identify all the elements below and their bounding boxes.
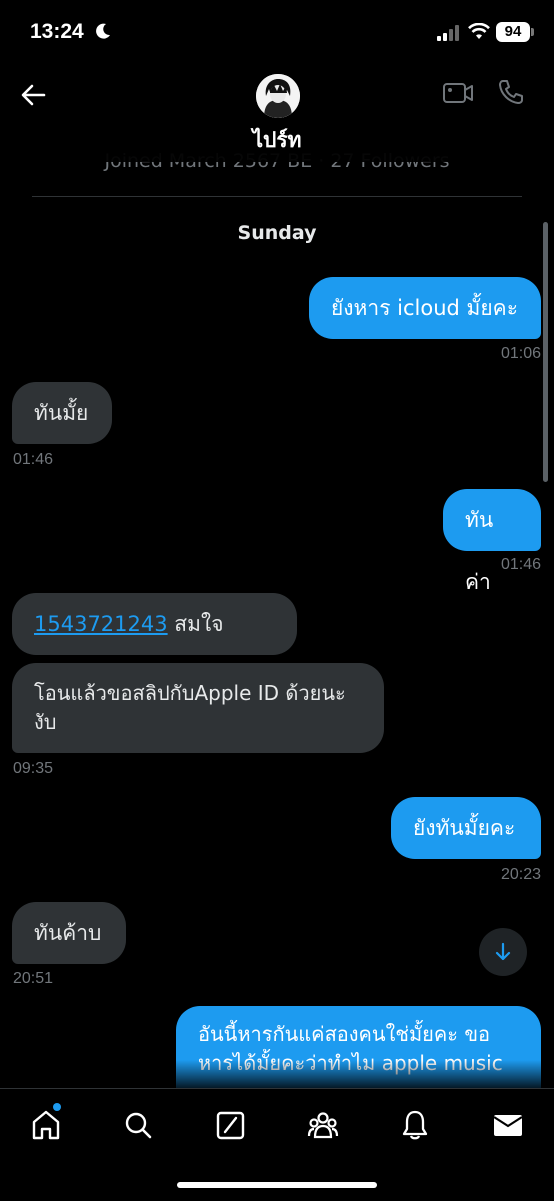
message-bubble-outgoing[interactable]: ทันค่า	[443, 489, 541, 594]
tab-home[interactable]	[26, 1103, 66, 1145]
account-number-link[interactable]: 1543721243	[34, 612, 168, 636]
arrow-left-icon[interactable]	[18, 80, 48, 110]
grok-icon	[216, 1111, 245, 1140]
message-text: ทันค้าบ	[34, 921, 102, 945]
message-bubble-incoming[interactable]: ทันค้าบ	[12, 902, 126, 964]
search-icon	[125, 1112, 152, 1139]
tab-search[interactable]	[118, 1105, 158, 1145]
battery-tip	[531, 28, 534, 36]
scrollbar[interactable]	[543, 222, 548, 482]
message-text-line: งับ	[34, 710, 57, 734]
message-bubble-incoming[interactable]: ทันมั้ย	[12, 382, 112, 444]
day-separator: Sunday	[237, 222, 317, 244]
mail-icon	[493, 1115, 523, 1136]
tab-communities[interactable]	[302, 1105, 342, 1145]
message-bubble-incoming[interactable]: 1543721243 สมใจ กสิกร	[12, 593, 297, 698]
bell-icon	[402, 1110, 428, 1140]
message-timestamp: 01:46	[500, 556, 541, 573]
message-text: ยังทันมั้ยคะ	[413, 816, 516, 840]
message-text: ยังหาร icloud มั้ยคะ	[331, 296, 519, 320]
conversation-header: ไปร์ท	[0, 66, 554, 162]
phone-icon[interactable]	[497, 78, 525, 106]
home-icon	[32, 1110, 60, 1140]
message-text-line: โอนแล้วขอสลิปกับApple ID ด้วยนะ	[34, 681, 346, 705]
communities-icon	[307, 1112, 339, 1139]
message-bubble-outgoing[interactable]: ยังทันมั้ยคะ	[391, 797, 541, 859]
video-camera-icon[interactable]	[442, 80, 474, 106]
message-bubble-outgoing[interactable]: ยังหาร icloud มั้ยคะ	[309, 277, 541, 339]
battery-indicator: 94	[496, 22, 530, 42]
message-text-line: อันนี้หารกันแค่สองคนใช่มั้ยคะ ขอ	[198, 1022, 491, 1046]
notification-dot	[53, 1103, 61, 1111]
home-indicator	[177, 1182, 377, 1188]
scroll-to-bottom-button[interactable]	[479, 928, 527, 976]
message-text: ทันค่า	[465, 508, 494, 594]
tab-grok[interactable]	[210, 1105, 250, 1145]
composer-fade	[0, 1060, 554, 1090]
message-timestamp: 01:06	[500, 345, 541, 362]
tab-notifications[interactable]	[395, 1105, 435, 1145]
message-timestamp: 20:51	[13, 970, 54, 987]
divider	[32, 196, 522, 197]
cellular-signal-icon	[437, 25, 459, 41]
status-bar: 13:24 94	[0, 0, 554, 66]
avatar[interactable]	[256, 74, 300, 118]
wifi-icon	[468, 23, 490, 39]
tab-messages[interactable]	[487, 1105, 527, 1145]
message-text: ทันมั้ย	[34, 401, 89, 425]
moon-icon	[96, 23, 110, 39]
message-timestamp: 20:23	[500, 866, 541, 883]
message-bubble-incoming[interactable]: โอนแล้วขอสลิปกับApple ID ด้วยนะ งับ	[12, 663, 384, 753]
message-timestamp: 09:35	[13, 760, 54, 777]
conversation-name[interactable]: ไปร์ท	[0, 124, 554, 157]
status-time: 13:24	[30, 20, 84, 43]
message-timestamp: 01:46	[13, 451, 54, 468]
arrow-down-icon	[495, 942, 511, 961]
